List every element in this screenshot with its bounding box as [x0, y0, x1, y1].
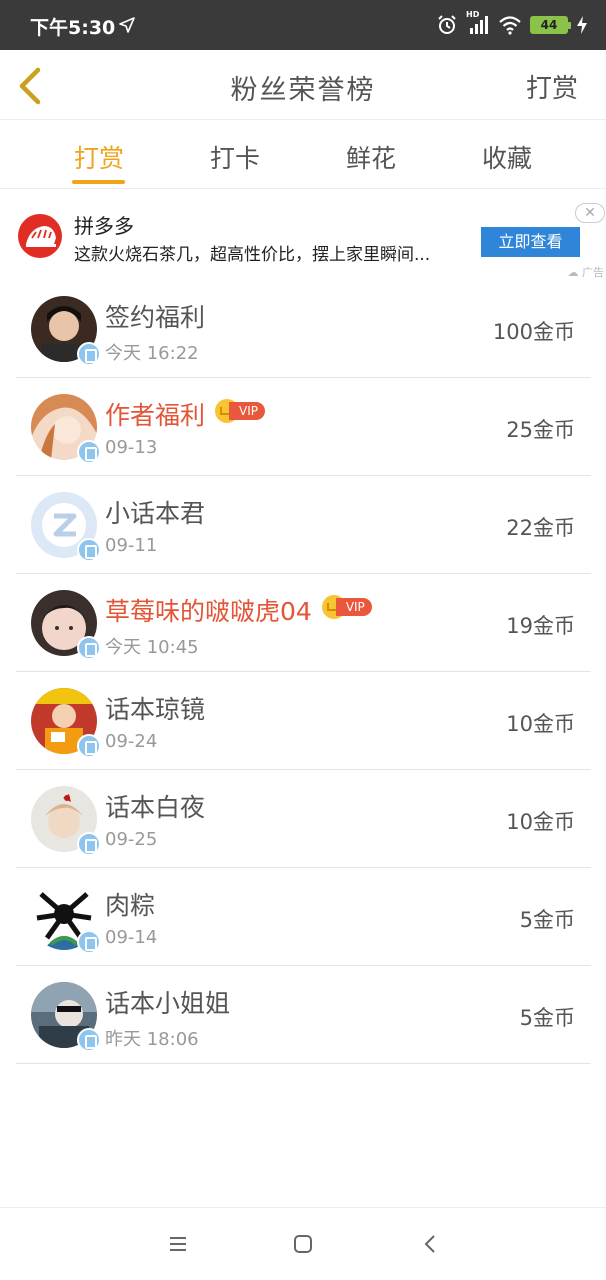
- list-item[interactable]: 话本白夜 09-25 10金币: [16, 770, 591, 868]
- reward-time: 09-24: [105, 731, 158, 752]
- reward-time: 今天 10:45: [105, 637, 199, 658]
- reader-badge-icon: [77, 832, 101, 856]
- user-name: 小话本君: [105, 499, 206, 528]
- home-icon[interactable]: [291, 1232, 315, 1256]
- reader-badge-icon: [77, 734, 101, 758]
- tab-favorites[interactable]: 收藏: [447, 139, 567, 175]
- user-name: 话本白夜: [105, 793, 206, 822]
- alarm-icon: [438, 15, 456, 34]
- user-name: 作者福利: [105, 401, 206, 430]
- fan-list: 签约福利 今天 16:22 100金币 作者福利 VIP 09-13 25金币: [16, 280, 591, 1064]
- menu-icon[interactable]: [166, 1232, 190, 1256]
- tab-reward[interactable]: 打赏: [39, 139, 159, 175]
- vip-badge: VIP: [215, 399, 266, 423]
- reward-amount: 25金币: [506, 418, 575, 442]
- reward-amount: 5金币: [519, 908, 575, 932]
- reward-amount: 10金币: [506, 810, 575, 834]
- list-item[interactable]: 肉粽 09-14 5金币: [16, 868, 591, 966]
- page-title: 粉丝荣誉榜: [230, 75, 376, 106]
- back-icon[interactable]: [419, 1232, 443, 1256]
- list-item[interactable]: 草莓味的啵啵虎04 VIP 今天 10:45 19金币: [16, 574, 591, 672]
- status-bar: 下午5:30 HD 44: [0, 0, 606, 50]
- ad-logo: [18, 214, 62, 258]
- signal-icon: HD: [466, 10, 490, 36]
- user-name-vip: 草莓味的啵啵虎04 VIP: [105, 592, 372, 628]
- ad-view-button[interactable]: 立即查看: [481, 227, 580, 257]
- reward-amount: 19金币: [506, 614, 575, 638]
- user-name: 草莓味的啵啵虎04: [105, 597, 312, 626]
- vip-label: VIP: [335, 598, 372, 616]
- tab-flowers[interactable]: 鲜花: [311, 139, 431, 175]
- tab-checkin[interactable]: 打卡: [175, 139, 295, 175]
- reader-badge-icon: [77, 930, 101, 954]
- ad-brand: 拼多多: [74, 214, 134, 238]
- vip-label: VIP: [229, 402, 266, 420]
- reward-time: 09-11: [105, 535, 158, 556]
- reward-time: 09-13: [105, 437, 158, 458]
- reader-badge-icon: [77, 538, 101, 562]
- reward-button[interactable]: 打赏: [526, 68, 578, 105]
- battery-icon: 44: [530, 16, 571, 34]
- reader-badge-icon: [77, 342, 101, 366]
- wifi-icon: [499, 16, 521, 35]
- list-item[interactable]: 话本小姐姐 昨天 18:06 5金币: [16, 966, 591, 1064]
- reward-amount: 10金币: [506, 712, 575, 736]
- reward-time: 昨天 18:06: [105, 1029, 199, 1050]
- user-name: 话本琼镜: [105, 695, 206, 724]
- ad-close-icon[interactable]: ✕: [575, 203, 605, 223]
- user-name: 话本小姐姐: [105, 989, 231, 1018]
- list-item[interactable]: 作者福利 VIP 09-13 25金币: [16, 378, 591, 476]
- reward-amount: 100金币: [492, 320, 575, 344]
- status-icons: HD 44: [436, 10, 588, 38]
- status-time: 下午5:30: [30, 17, 116, 39]
- reward-time: 09-14: [105, 927, 158, 948]
- tab-bar: 打赏 打卡 鲜花 收藏: [0, 121, 606, 189]
- list-item[interactable]: 小话本君 09-11 22金币: [16, 476, 591, 574]
- reader-badge-icon: [77, 1028, 101, 1052]
- user-name-vip: 作者福利 VIP: [105, 396, 266, 432]
- reward-time: 今天 16:22: [105, 343, 199, 364]
- list-item[interactable]: 话本琼镜 09-24 10金币: [16, 672, 591, 770]
- reward-amount: 22金币: [506, 516, 575, 540]
- user-name: 肉粽: [105, 891, 156, 920]
- ad-tag-text: 广告: [582, 266, 604, 279]
- system-nav-bar: [0, 1207, 606, 1280]
- page-header: 粉丝荣誉榜 打赏: [0, 50, 606, 120]
- location-arrow-icon: [119, 17, 135, 33]
- charging-icon: [577, 16, 587, 34]
- vip-badge: VIP: [321, 595, 372, 619]
- reader-badge-icon: [77, 440, 101, 464]
- reward-time: 09-25: [105, 829, 158, 850]
- tab-indicator: [72, 180, 125, 184]
- ad-banner[interactable]: 拼多多 这款火烧石茶几，超高性价比，摆上家里瞬间... 立即查看 ✕ ☁ 广告: [0, 190, 606, 282]
- ad-label: ☁ 广告: [567, 266, 605, 279]
- reward-amount: 5金币: [519, 1006, 575, 1030]
- list-item[interactable]: 签约福利 今天 16:22 100金币: [16, 280, 591, 378]
- reader-badge-icon: [77, 636, 101, 660]
- user-name: 签约福利: [105, 303, 206, 332]
- ad-description: 这款火烧石茶几，超高性价比，摆上家里瞬间...: [74, 245, 431, 265]
